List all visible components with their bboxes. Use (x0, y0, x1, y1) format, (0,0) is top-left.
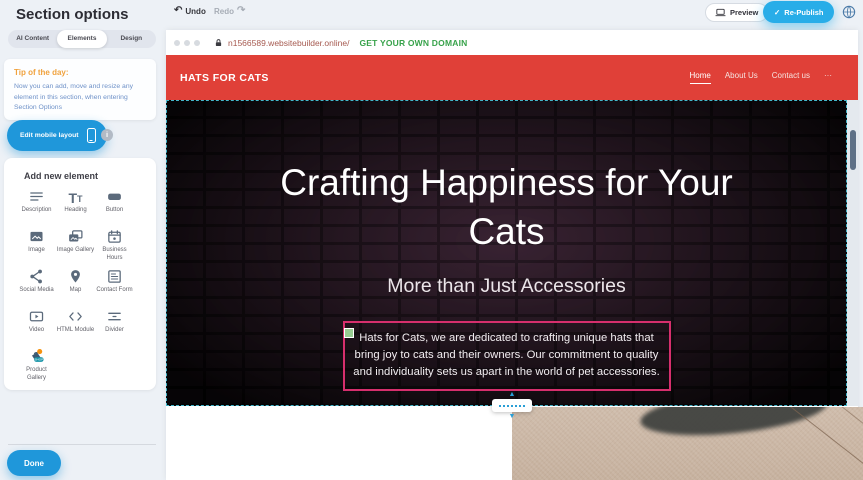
element-tile-image-gallery[interactable]: Image Gallery (56, 228, 95, 268)
image-icon (28, 228, 45, 245)
tip-title: Tip of the day: (14, 68, 146, 77)
globe-icon (841, 4, 857, 20)
element-tile-map[interactable]: Map (56, 268, 95, 308)
button-icon (106, 188, 123, 205)
element-tile-social-media[interactable]: Social Media (17, 268, 56, 308)
element-grid: Description TT Heading Button Image Imag… (17, 188, 156, 388)
site-preview-window: n1566589.websitebuilder.online/ GET YOUR… (166, 30, 858, 480)
tab-design[interactable]: Design (107, 30, 156, 48)
next-section-image[interactable] (512, 407, 863, 480)
element-tile-button[interactable]: Button (95, 188, 134, 228)
panel-tabs: AI Content Elements Design (8, 30, 156, 48)
resize-grip[interactable] (492, 399, 532, 412)
hero-paragraph: Hats for Cats, we are dedicated to craft… (353, 332, 659, 378)
tab-ai-content[interactable]: AI Content (8, 30, 57, 48)
section-options-panel: Section options AI Content Elements Desi… (0, 0, 166, 480)
video-icon (28, 308, 45, 325)
hero-subheading[interactable]: More than Just Accessories (167, 275, 846, 298)
get-your-own-domain-link[interactable]: GET YOUR OWN DOMAIN (359, 38, 467, 48)
dotted-grip-icon (499, 405, 525, 407)
element-tile-business-hours[interactable]: Business Hours (95, 228, 134, 268)
image-shadow (638, 407, 829, 443)
contact-form-icon (106, 268, 123, 285)
add-new-element-title: Add new element (24, 171, 156, 181)
tip-body: Now you can add, move and resize any ele… (14, 82, 146, 114)
scrollbar-thumb[interactable] (850, 130, 856, 170)
element-tile-description[interactable]: Description (17, 188, 56, 228)
divider-icon (106, 308, 123, 325)
add-new-element-card: Add new element Description TT Heading B… (4, 158, 156, 390)
phone-icon (87, 128, 96, 143)
language-globe-button[interactable] (841, 4, 857, 20)
undo-button[interactable]: ↶ Undo (174, 6, 206, 16)
element-tile-contact-form[interactable]: Contact Form (95, 268, 134, 308)
window-dot (184, 40, 190, 46)
site-header: HATS FOR CATS Home About Us Contact us ·… (166, 55, 858, 100)
nav-more-menu[interactable]: ··· (824, 71, 832, 84)
republish-button[interactable]: ✓ Re-Publish (763, 1, 834, 23)
description-icon (28, 188, 45, 205)
hero-heading[interactable]: Crafting Happiness for Your Cats (261, 158, 753, 256)
lock-icon (214, 38, 223, 48)
info-icon[interactable]: i (101, 129, 113, 141)
social-media-icon (28, 268, 45, 285)
window-dot (174, 40, 180, 46)
site-nav: Home About Us Contact us ··· (690, 71, 833, 84)
site-url: n1566589.websitebuilder.online/ (228, 38, 349, 48)
element-tile-image[interactable]: Image (17, 228, 56, 268)
svg-text:SHOP: SHOP (34, 358, 43, 362)
tab-elements[interactable]: Elements (57, 30, 106, 48)
nav-item-contact-us[interactable]: Contact us (772, 71, 810, 84)
element-tile-divider[interactable]: Divider (95, 308, 134, 348)
window-dot (194, 40, 200, 46)
undo-icon: ↶ (174, 6, 182, 16)
resize-arrow-up-icon: ▲ (489, 391, 535, 398)
section-resize-handle[interactable]: ▲ ▼ (489, 391, 535, 420)
paragraph-element-selected[interactable]: Hats for Cats, we are dedicated to craft… (343, 321, 671, 391)
hero-section[interactable]: Crafting Happiness for Your Cats More th… (166, 100, 847, 406)
page-title: Section options (16, 6, 129, 23)
element-tile-product-gallery[interactable]: SHOP Product Gallery (17, 348, 56, 388)
image-gallery-icon (67, 228, 84, 245)
edit-mobile-layout-label: Edit mobile layout (20, 132, 79, 139)
selection-handle[interactable] (344, 328, 354, 338)
done-button[interactable]: Done (7, 450, 61, 476)
html-module-icon (67, 308, 84, 325)
map-icon (67, 268, 84, 285)
resize-arrow-down-icon: ▼ (489, 413, 535, 420)
element-tile-html-module[interactable]: HTML Module (56, 308, 95, 348)
product-gallery-icon: SHOP (28, 348, 45, 365)
check-icon: ✓ (774, 8, 780, 17)
preview-button[interactable]: Preview (705, 3, 768, 22)
sidebar-divider (8, 444, 156, 445)
nav-item-home[interactable]: Home (690, 71, 711, 84)
business-hours-icon (106, 228, 123, 245)
redo-icon: ↷ (237, 6, 245, 16)
element-tile-heading[interactable]: TT Heading (56, 188, 95, 228)
element-tile-video[interactable]: Video (17, 308, 56, 348)
preview-scrollbar (847, 100, 858, 406)
site-logo[interactable]: HATS FOR CATS (180, 72, 269, 84)
redo-button[interactable]: Redo ↷ (214, 6, 245, 16)
laptop-icon (715, 7, 726, 18)
browser-bar: n1566589.websitebuilder.online/ GET YOUR… (166, 30, 858, 55)
heading-icon: TT (68, 188, 82, 205)
tip-of-the-day-card: Tip of the day: Now you can add, move an… (4, 59, 156, 120)
nav-item-about-us[interactable]: About Us (725, 71, 758, 84)
edit-mobile-layout-button[interactable]: Edit mobile layout (7, 120, 107, 151)
